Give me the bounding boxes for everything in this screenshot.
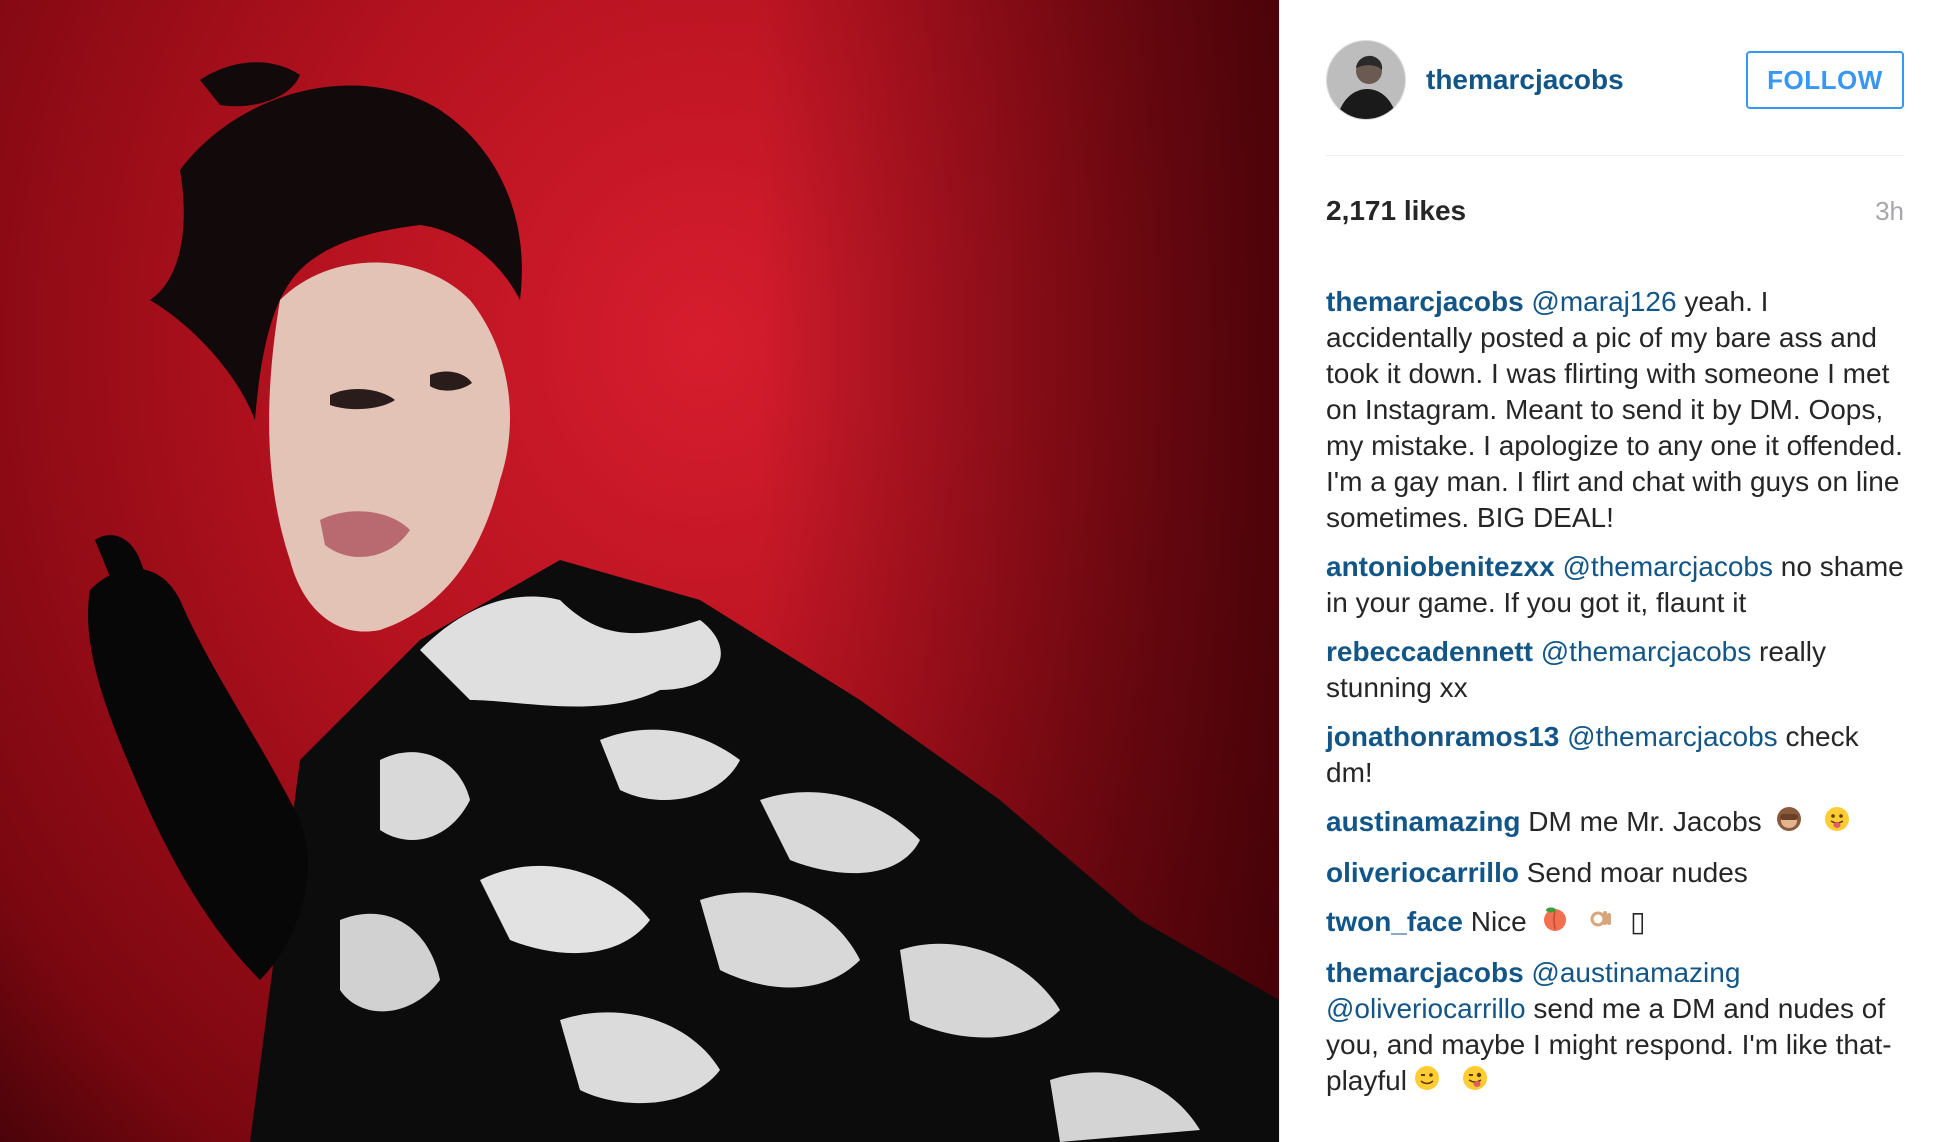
post-header: themarcjacobs FOLLOW — [1326, 40, 1904, 120]
peach-emoji — [1541, 905, 1569, 942]
comment: jonathonramos13 @themarcjacobs check dm! — [1326, 719, 1904, 791]
comment-author[interactable]: oliveriocarrillo — [1326, 857, 1519, 888]
comments-list: themarcjacobs @maraj126 yeah. I accident… — [1326, 284, 1904, 1114]
comment-text: Send moar nudes — [1518, 857, 1748, 889]
comment-author[interactable]: antoniobenitezxx — [1326, 551, 1555, 582]
ok-hand-emoji — [1588, 905, 1616, 942]
comment: rebeccadennett @themarcjacobs really stu… — [1326, 634, 1904, 706]
comment: themarcjacobs @austinamazing @oliverioca… — [1326, 955, 1904, 1101]
comment-author[interactable]: austinamazing — [1326, 806, 1520, 837]
comment: oliveriocarrillo Send moar nudes — [1326, 855, 1904, 891]
comment-author[interactable]: themarcjacobs — [1326, 957, 1524, 988]
comment-author[interactable]: jonathonramos13 — [1326, 721, 1559, 752]
comment-author[interactable]: themarcjacobs — [1326, 286, 1524, 317]
comment-mention[interactable]: @themarcjacobs — [1562, 551, 1773, 582]
post-meta: 2,171 likes 3h — [1326, 195, 1904, 227]
instagram-post: themarcjacobs FOLLOW 2,171 likes 3h them… — [0, 0, 1948, 1142]
comment: antoniobenitezxx @themarcjacobs no shame… — [1326, 549, 1904, 621]
post-sidebar: themarcjacobs FOLLOW 2,171 likes 3h them… — [1279, 0, 1948, 1142]
comment-mention-2[interactable]: @oliveriocarrillo — [1326, 993, 1526, 1024]
avatar[interactable] — [1326, 40, 1406, 120]
post-time[interactable]: 3h — [1875, 196, 1904, 227]
comment-text: DM me Mr. Jacobs — [1520, 806, 1762, 837]
tongue-out-emoji — [1823, 805, 1851, 842]
post-photo[interactable] — [0, 0, 1279, 1142]
comment-author[interactable]: rebeccadennett — [1326, 636, 1533, 667]
comment: themarcjacobs @maraj126 yeah. I accident… — [1326, 284, 1904, 536]
winking-tongue-emoji — [1461, 1064, 1489, 1101]
comment: austinamazing DM me Mr. Jacobs — [1326, 804, 1904, 842]
comment-mention[interactable]: @themarcjacobs — [1567, 721, 1778, 752]
post-username[interactable]: themarcjacobs — [1426, 64, 1746, 96]
photo-illustration — [88, 62, 1279, 1142]
unrendered-glyph: ▯ — [1630, 906, 1646, 938]
winking-face-emoji — [1413, 1064, 1441, 1101]
see-no-evil-monkey-emoji — [1775, 805, 1803, 842]
comment-mention[interactable]: @maraj126 — [1531, 286, 1676, 317]
likes-count[interactable]: 2,171 likes — [1326, 195, 1466, 227]
comment-text: Nice — [1462, 906, 1527, 938]
follow-button[interactable]: FOLLOW — [1746, 51, 1904, 109]
header-divider — [1326, 155, 1904, 156]
comment-mention[interactable]: @austinamazing — [1531, 957, 1740, 988]
comment-mention[interactable]: @themarcjacobs — [1541, 636, 1752, 667]
avatar-image — [1327, 41, 1405, 119]
comment-author[interactable]: twon_face — [1326, 906, 1463, 937]
comment: twon_face Nice ▯ — [1326, 904, 1904, 942]
comment-text: yeah. I accidentally posted a pic of my … — [1326, 286, 1903, 533]
